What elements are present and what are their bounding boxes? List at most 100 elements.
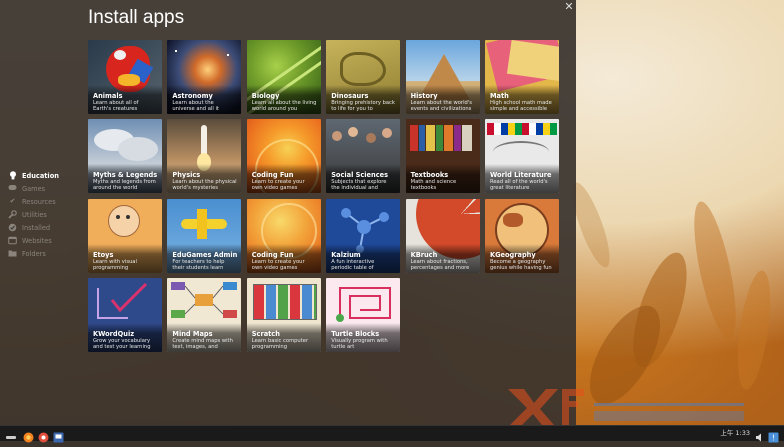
app-caption: Textbooks Math and science textbooks [405,164,480,194]
app-tile-coding-fun[interactable]: Coding Fun Learn to create your own video… [246,119,321,194]
wrench-icon [8,210,17,219]
app-title: Dinosaurs [331,92,369,100]
close-button[interactable]: ✕ [564,1,574,13]
app-caption: Dinosaurs Bringing prehistory back to lif… [326,85,401,114]
gamepad-icon [8,184,17,193]
app-title: Myths & Legends [93,171,158,180]
app-tile-coding-fun[interactable]: Coding Fun Learn to create your own video… [246,198,321,273]
sidebar-item-websites[interactable]: Websites [8,234,78,247]
lightbulb-icon [8,171,17,180]
app-title: Biology [251,92,280,100]
app-title: Math [490,92,509,100]
app-tile-kwordquiz[interactable]: KWordQuiz Grow your vocabulary and test y… [88,278,162,353]
app-description: Learn about the universe and all it cont… [172,100,219,112]
app-tile-kgeography[interactable]: KGeography Become a geography genius whil… [485,198,559,273]
files-icon[interactable] [38,428,50,443]
app-caption: Turtle Blocks Visually program with turtl… [326,323,401,353]
app-tile-edugames-admin[interactable]: EduGames Admin For teachers to help their… [167,198,242,273]
app-description: Learn basic computer programming [251,338,309,351]
close-icon: ✕ [564,0,574,13]
clock: 上午 1:33 [720,429,750,437]
app-title: Mind Maps [172,330,213,339]
app-description: A fun interactive periodic table of elem… [331,258,375,271]
app-title: Etoys [93,250,114,259]
app-tile-social-sciences[interactable]: Social Sciences Subjects that explore the… [326,119,401,194]
app-tile-biology[interactable]: Biology Learn all about the living world … [246,40,321,114]
app-caption: World Literature Read all of the world's … [485,164,559,194]
app-tile-math[interactable]: Math High school math made simple and acc… [485,40,559,114]
app-caption: Math High school math made simple and acc… [485,85,559,114]
app-tile-textbooks[interactable]: Textbooks Math and science textbooks [405,119,480,194]
app-title: Physics [172,171,201,180]
app-tile-scratch[interactable]: Scratch Learn basic computer programming [246,278,321,353]
app-description: Read all of the world's great literature [490,179,548,192]
sidebar-item-label: Utilities [22,210,47,219]
app-tile-astronomy[interactable]: Astronomy Learn about the universe and al… [167,40,242,114]
app-caption: Coding Fun Learn to create your own video… [246,164,321,194]
app-title: World Literature [490,171,552,180]
category-sidebar: Education Games ✔ Resources Utilities In… [8,169,78,260]
app-title: Animals [93,92,123,100]
app-description: Grow your vocabulary and test your learn… [93,338,151,351]
app-title: Coding Fun [251,171,294,180]
app-description: Learn about all of Earth's creatures [93,100,139,112]
app-caption: Coding Fun Learn to create your own video… [246,243,321,273]
app-caption: Etoys Learn with visual programming [88,243,162,273]
app-tile-myths-legends[interactable]: Myths & Legends Myths and legends from ar… [88,119,162,194]
app-title: Textbooks [410,171,449,180]
app-caption: Animals Learn about all of Earth's creatu… [88,85,162,114]
app-description: Learn with visual programming [93,258,137,271]
app-caption: Myths & Legends Myths and legends from ar… [88,164,162,194]
sidebar-item-label: Education [22,171,59,180]
sidebar-item-resources[interactable]: ✔ Resources [8,195,78,208]
notification-icon[interactable]: ! [768,428,779,443]
app-grid-icon[interactable] [53,428,65,443]
app-tile-history[interactable]: History Learn about the world's events an… [405,40,480,114]
app-title: KWordQuiz [93,330,135,339]
sidebar-item-education[interactable]: Education [8,169,78,182]
app-title: Kalzium [331,250,361,259]
sidebar-item-label: Resources [22,197,56,206]
app-tile-physics[interactable]: Physics Learn about the physical world's … [167,119,242,194]
app-tile-kalzium[interactable]: Kalzium A fun interactive periodic table … [326,198,401,273]
app-tile-kbruch[interactable]: KBruch Learn about fractions, percentages… [405,198,480,273]
app-caption: Kalzium A fun interactive periodic table … [326,243,401,273]
app-tile-mind-maps[interactable]: Mind Maps Create mind maps with text, ima… [167,278,242,353]
sidebar-item-games[interactable]: Games [8,182,78,195]
app-caption: Scratch Learn basic computer programming [246,323,321,353]
globe-icon [8,236,17,245]
app-title: Coding Fun [251,250,294,259]
app-description: Learn to create your own video games [251,179,305,192]
app-tile-dinosaurs[interactable]: Dinosaurs Bringing prehistory back to lif… [326,40,401,114]
browser-icon[interactable] [23,428,35,443]
app-tile-turtle-blocks[interactable]: Turtle Blocks Visually program with turtl… [326,278,401,353]
app-caption: Physics Learn about the physical world's … [167,164,242,194]
app-description: Bringing prehistory back to life for you… [331,100,395,112]
sidebar-item-label: Games [22,184,46,193]
app-description: Learn to create your own video games [251,258,305,271]
app-tile-etoys[interactable]: Etoys Learn with visual programming [88,198,162,273]
app-tile-world-literature[interactable]: World Literature Read all of the world's … [485,119,559,194]
app-description: Learn all about the living world around … [251,100,317,112]
app-menu-icon[interactable] [4,428,18,439]
app-description: Learn about the world's events and civil… [410,100,472,112]
sidebar-item-utilities[interactable]: Utilities [8,208,78,221]
app-caption: EduGames Admin For teachers to help their… [167,243,242,273]
sidebar-item-label: Installed [22,223,51,232]
app-title: Social Sciences [331,171,389,180]
app-description: Learn about fractions, percentages and m… [410,258,470,271]
sidebar-item-installed[interactable]: Installed [8,221,78,234]
app-caption: Astronomy Learn about the universe and al… [167,85,242,114]
app-description: Visually program with turtle art [331,338,388,351]
app-description: Become a geography genius while having f… [490,258,552,271]
app-description: High school math made simple and accessi… [490,100,552,112]
app-description: Learn about the physical world's mysteri… [172,179,237,192]
page-title: Install apps [88,7,185,28]
app-description: Subjects that explore the individual and… [331,179,387,192]
sidebar-item-label: Folders [22,249,46,258]
volume-icon[interactable] [755,428,764,442]
folder-icon [8,249,17,258]
app-store-overlay: ✕ Install apps Education Games ✔ Resourc… [0,0,576,426]
sidebar-item-folders[interactable]: Folders [8,247,78,260]
app-tile-animals[interactable]: Animals Learn about all of Earth's creatu… [88,40,162,114]
